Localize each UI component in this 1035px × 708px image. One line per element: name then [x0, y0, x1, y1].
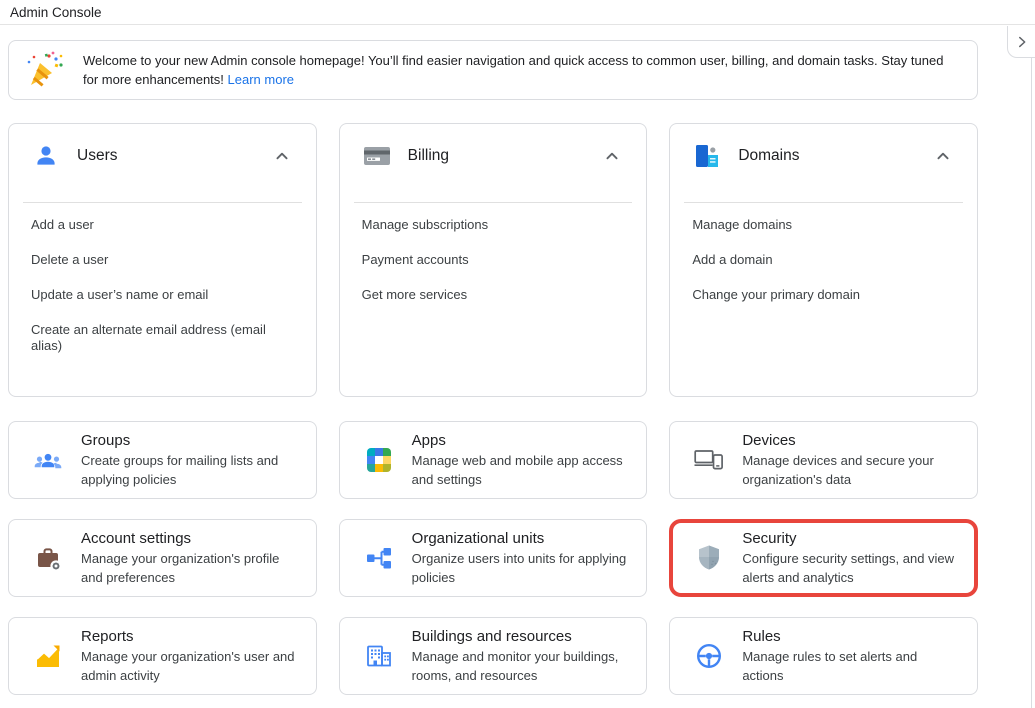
devices-icon [694, 448, 724, 472]
card-title: Security [742, 529, 960, 549]
quick-link-add-a-domain[interactable]: Add a domain [670, 252, 977, 268]
chevron-up-icon [271, 145, 293, 167]
quick-links: Manage subscriptions Payment accounts Ge… [340, 203, 647, 303]
groups-icon [33, 450, 63, 470]
card-organizational-units[interactable]: Organizational units Organize users into… [339, 519, 648, 597]
apps-grid-icon [364, 447, 394, 473]
card-title: Devices [742, 431, 960, 451]
card-buildings-and-resources[interactable]: Buildings and resources Manage and monit… [339, 617, 648, 695]
credit-card-icon [362, 142, 392, 170]
card-description: Manage rules to set alerts and actions [742, 647, 960, 685]
banner-text: Welcome to your new Admin console homepa… [83, 51, 961, 89]
card-devices[interactable]: Devices Manage devices and secure your o… [669, 421, 978, 499]
card-description: Organize users into units for applying p… [412, 549, 630, 587]
page-title: Admin Console [10, 5, 102, 20]
card-description: Manage web and mobile app access and set… [412, 451, 630, 489]
card-title: Reports [81, 627, 299, 647]
banner-message: Welcome to your new Admin console homepa… [83, 53, 943, 87]
card-description: Manage devices and secure your organizat… [742, 451, 960, 489]
card-title: Groups [81, 431, 299, 451]
card-title: Rules [742, 627, 960, 647]
card-title: Buildings and resources [412, 627, 630, 647]
app-header: Admin Console [0, 0, 1035, 25]
card-title: Organizational units [412, 529, 630, 549]
building-icon [364, 644, 394, 668]
shield-icon [694, 544, 724, 572]
quick-link-add-a-user[interactable]: Add a user [9, 217, 316, 233]
card-title: Users [77, 147, 117, 165]
card-description: Manage and monitor your buildings, rooms… [412, 647, 630, 685]
main-content: Welcome to your new Admin console homepa… [8, 40, 978, 695]
chevron-right-icon [1014, 34, 1030, 50]
collapse-users-button[interactable] [268, 142, 296, 170]
collapse-domains-button[interactable] [929, 142, 957, 170]
quick-link-delete-a-user[interactable]: Delete a user [9, 252, 316, 268]
card-domains: Domains Manage domains Add a domain Chan… [669, 123, 978, 397]
card-title: Apps [412, 431, 630, 451]
domain-icon [692, 142, 722, 170]
card-description: Manage your organization's user and admi… [81, 647, 299, 685]
card-security[interactable]: Security Configure security settings, an… [669, 519, 978, 597]
card-users: Users Add a user Delete a user Update a … [8, 123, 317, 397]
collapse-billing-button[interactable] [598, 142, 626, 170]
quick-link-manage-domains[interactable]: Manage domains [670, 217, 977, 233]
quick-link-get-more-services[interactable]: Get more services [340, 287, 647, 303]
card-groups[interactable]: Groups Create groups for mailing lists a… [8, 421, 317, 499]
briefcase-gear-icon [33, 545, 63, 571]
welcome-banner: Welcome to your new Admin console homepa… [8, 40, 978, 100]
quick-links: Manage domains Add a domain Change your … [670, 203, 977, 303]
card-description: Configure security settings, and view al… [742, 549, 960, 587]
quick-link-update-user-name-or-email[interactable]: Update a user’s name or email [9, 287, 316, 303]
area-chart-icon [33, 643, 63, 669]
quick-link-manage-subscriptions[interactable]: Manage subscriptions [340, 217, 647, 233]
side-panel-border [1031, 58, 1032, 708]
card-description: Manage your organization's profile and p… [81, 549, 299, 587]
chevron-up-icon [601, 145, 623, 167]
card-reports[interactable]: Reports Manage your organization's user … [8, 617, 317, 695]
party-popper-icon [25, 50, 65, 90]
card-account-settings[interactable]: Account settings Manage your organizatio… [8, 519, 317, 597]
category-cards-grid: Groups Create groups for mailing lists a… [8, 421, 978, 695]
card-description: Create groups for mailing lists and appl… [81, 451, 299, 489]
quick-links: Add a user Delete a user Update a user’s… [9, 203, 316, 354]
side-panel-expand-tab[interactable] [1007, 26, 1035, 58]
chevron-up-icon [932, 145, 954, 167]
card-title: Domains [738, 147, 799, 165]
card-rules[interactable]: Rules Manage rules to set alerts and act… [669, 617, 978, 695]
quick-link-change-primary-domain[interactable]: Change your primary domain [670, 287, 977, 303]
card-title: Account settings [81, 529, 299, 549]
quick-link-payment-accounts[interactable]: Payment accounts [340, 252, 647, 268]
steering-wheel-icon [694, 642, 724, 670]
user-icon [31, 142, 61, 170]
learn-more-link[interactable]: Learn more [228, 72, 294, 87]
card-title: Billing [408, 147, 449, 165]
card-billing: Billing Manage subscriptions Payment acc… [339, 123, 648, 397]
quick-link-create-alternate-email[interactable]: Create an alternate email address (email… [9, 322, 316, 354]
expanded-cards-row: Users Add a user Delete a user Update a … [8, 123, 978, 397]
card-apps[interactable]: Apps Manage web and mobile app access an… [339, 421, 648, 499]
org-tree-icon [364, 547, 394, 570]
